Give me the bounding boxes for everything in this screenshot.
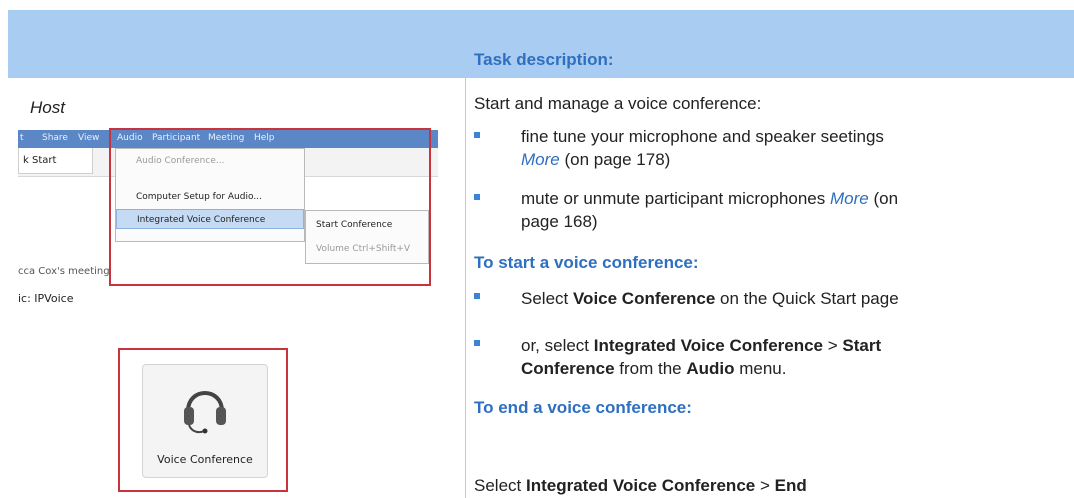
end-conference-instruction: Select Integrated Voice Conference > End: [474, 474, 807, 497]
bullet-fine-tune: fine tune your microphone and speaker se…: [521, 125, 1041, 171]
intro-text: Start and manage a voice conference:: [474, 94, 762, 113]
host-label: Host: [30, 98, 65, 117]
page-reference: page 168): [521, 212, 598, 231]
meeting-title-text: cca Cox's meeting: [18, 266, 110, 277]
bullet-marker: [474, 293, 480, 299]
bullet-select-integrated: or, select Integrated Voice Conference >…: [521, 334, 1041, 380]
menu-item-share: Share: [42, 133, 68, 143]
voice-conference-label: Voice Conference: [157, 453, 253, 466]
voice-conference-highlight-box: Voice Conference: [118, 348, 288, 492]
bullet-select-voice-conference: Select Voice Conference on the Quick Sta…: [521, 287, 1041, 310]
menu-item-file-fragment: t: [20, 133, 24, 143]
more-link[interactable]: More: [830, 189, 869, 208]
column-divider: [465, 78, 466, 498]
menu-item-view: View: [78, 133, 100, 143]
text-span: or, select: [521, 336, 594, 355]
page-reference: (on page 178): [559, 150, 671, 169]
bullet-marker: [474, 132, 480, 138]
bullet-marker: [474, 340, 480, 346]
bold-text: Voice Conference: [572, 289, 716, 308]
bold-text: Integrated Voice Conference: [525, 476, 756, 495]
voice-conference-button: Voice Conference: [142, 364, 268, 478]
bold-text: Start: [842, 336, 882, 355]
task-description-heading: Task description:: [474, 50, 614, 69]
text-span: Select: [521, 289, 573, 308]
end-conference-heading: To end a voice conference:: [474, 398, 692, 417]
text-span: Select: [474, 476, 526, 495]
bold-text: Audio: [686, 359, 735, 378]
text-span: menu.: [734, 359, 787, 378]
headset-icon: [184, 391, 226, 434]
start-conference-heading: To start a voice conference:: [474, 253, 699, 272]
audio-mode-text: ic: IPVoice: [18, 292, 74, 305]
text-span: on the Quick Start page: [715, 289, 899, 308]
page-reference-tail: (on: [868, 189, 899, 208]
text-span: >: [755, 476, 775, 495]
audio-menu-screenshot: t Share View Audio Participant Meeting H…: [18, 128, 438, 305]
more-link[interactable]: More: [521, 150, 560, 169]
bullet-marker: [474, 194, 480, 200]
bold-text: Conference: [521, 359, 615, 378]
bullet-fine-tune-text: fine tune your microphone and speaker se…: [521, 127, 884, 146]
menu-highlight-box: [109, 128, 431, 286]
bullet-mute: mute or unmute participant microphones M…: [521, 187, 1041, 233]
text-span: from the: [614, 359, 687, 378]
quick-start-tab: k Start: [18, 148, 93, 174]
bold-text: End: [774, 476, 807, 495]
text-span: >: [823, 336, 843, 355]
bold-text: Integrated Voice Conference: [593, 336, 824, 355]
bullet-mute-text: mute or unmute participant microphones: [521, 189, 830, 208]
